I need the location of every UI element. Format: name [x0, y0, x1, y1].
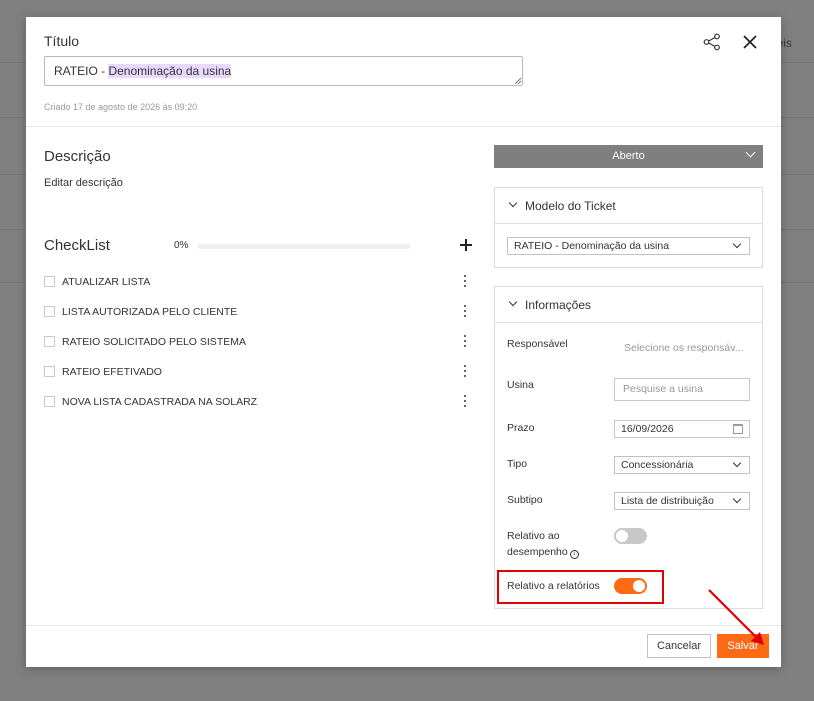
- ticket-model-value: RATEIO - Denominação da usina: [514, 240, 670, 252]
- checklist-item-label: RATEIO SOLICITADO PELO SISTEMA: [62, 336, 246, 348]
- calendar-icon[interactable]: [733, 424, 743, 434]
- subtipo-value: Lista de distribuição: [621, 495, 714, 507]
- chevron-down-icon: [508, 297, 518, 307]
- resize-handle-icon[interactable]: [514, 77, 521, 84]
- tipo-label: Tipo: [507, 458, 528, 470]
- info-icon[interactable]: i: [569, 550, 579, 559]
- usina-label: Usina: [507, 379, 534, 391]
- checklist-checkbox[interactable]: [44, 276, 55, 287]
- ticket-modal: Título RATEIO - Denominação da usina Cri…: [26, 17, 781, 667]
- checklist-item: LISTA AUTORIZADA PELO CLIENTE: [44, 304, 474, 322]
- ticket-model-panel: Modelo do Ticket RATEIO - Denominação da…: [494, 187, 763, 268]
- chevron-down-icon: [732, 458, 742, 468]
- checklist-item-label: NOVA LISTA CADASTRADA NA SOLARZ: [62, 396, 258, 408]
- checklist-checkbox[interactable]: [44, 336, 55, 347]
- subtipo-select[interactable]: Lista de distribuição: [614, 492, 750, 510]
- prazo-date-input[interactable]: 16/09/2026: [614, 420, 750, 438]
- checklist-item-label: ATUALIZAR LISTA: [62, 276, 151, 288]
- status-value: Aberto: [612, 150, 645, 162]
- checklist-progress-text: 0%: [174, 240, 189, 251]
- checklist-item: NOVA LISTA CADASTRADA NA SOLARZ: [44, 394, 474, 412]
- checklist-heading: CheckList: [44, 237, 110, 254]
- prazo-value: 16/09/2026: [621, 423, 674, 435]
- relativo-desempenho-label: Relativo ao desempenho i: [507, 528, 579, 560]
- relativo-desempenho-toggle[interactable]: [614, 528, 647, 544]
- edit-description-link[interactable]: Editar descrição: [44, 177, 123, 189]
- tipo-select[interactable]: Concessionária: [614, 456, 750, 474]
- title-label: Título: [44, 33, 80, 49]
- chevron-down-icon: [732, 494, 742, 504]
- add-checklist-item-button[interactable]: [458, 237, 474, 253]
- checklist-progress-bar: [198, 244, 410, 249]
- responsavel-label: Responsável: [507, 338, 568, 350]
- checklist-checkbox[interactable]: [44, 366, 55, 377]
- checklist-item: RATEIO EFETIVADO: [44, 364, 474, 382]
- more-options-icon[interactable]: [459, 364, 471, 378]
- usina-search-input[interactable]: Pesquise a usina: [614, 378, 750, 401]
- chevron-down-icon: [745, 147, 756, 158]
- ticket-model-panel-header[interactable]: Modelo do Ticket: [495, 188, 762, 224]
- relativo-desempenho-line1: Relativo ao: [507, 530, 560, 542]
- checklist-checkbox[interactable]: [44, 306, 55, 317]
- ticket-model-select[interactable]: RATEIO - Denominação da usina: [507, 237, 750, 255]
- toggle-knob: [616, 530, 628, 542]
- more-options-icon[interactable]: [459, 334, 471, 348]
- info-title: Informações: [525, 298, 592, 312]
- more-options-icon[interactable]: [459, 304, 471, 318]
- info-panel: Informações Responsável Selecione os res…: [494, 286, 763, 609]
- responsavel-select[interactable]: Selecione os responsáv...: [624, 340, 743, 356]
- modal-header: Título RATEIO - Denominação da usina Cri…: [26, 17, 781, 127]
- close-icon[interactable]: [740, 32, 760, 52]
- checklist-item: ATUALIZAR LISTA: [44, 274, 474, 292]
- checklist-checkbox[interactable]: [44, 396, 55, 407]
- more-options-icon[interactable]: [459, 274, 471, 288]
- description-heading: Descrição: [44, 148, 111, 165]
- title-prefix: RATEIO -: [54, 64, 109, 78]
- annotation-highlight-box: [497, 570, 664, 604]
- checklist-item: RATEIO SOLICITADO PELO SISTEMA: [44, 334, 474, 352]
- subtipo-label: Subtipo: [507, 494, 543, 506]
- status-dropdown[interactable]: Aberto: [494, 145, 763, 168]
- created-date: Criado 17 de agosto de 2026 às 09:20: [44, 102, 198, 112]
- title-highlight: Denominação da usina: [108, 64, 232, 78]
- relativo-desempenho-line2: desempenho: [507, 546, 568, 558]
- tipo-value: Concessionária: [621, 459, 694, 471]
- more-options-icon[interactable]: [459, 394, 471, 408]
- modal-footer: Cancelar Salvar: [26, 625, 781, 667]
- info-panel-header[interactable]: Informações: [495, 287, 762, 323]
- annotation-arrow-icon: [708, 589, 764, 645]
- chevron-down-icon: [732, 239, 742, 249]
- title-input[interactable]: RATEIO - Denominação da usina: [44, 56, 523, 86]
- prazo-label: Prazo: [507, 422, 535, 434]
- checklist-item-label: RATEIO EFETIVADO: [62, 366, 162, 378]
- ticket-model-title: Modelo do Ticket: [525, 199, 616, 213]
- share-icon[interactable]: [702, 32, 722, 52]
- chevron-down-icon: [508, 198, 518, 208]
- checklist-item-label: LISTA AUTORIZADA PELO CLIENTE: [62, 306, 238, 318]
- cancel-button[interactable]: Cancelar: [647, 634, 711, 658]
